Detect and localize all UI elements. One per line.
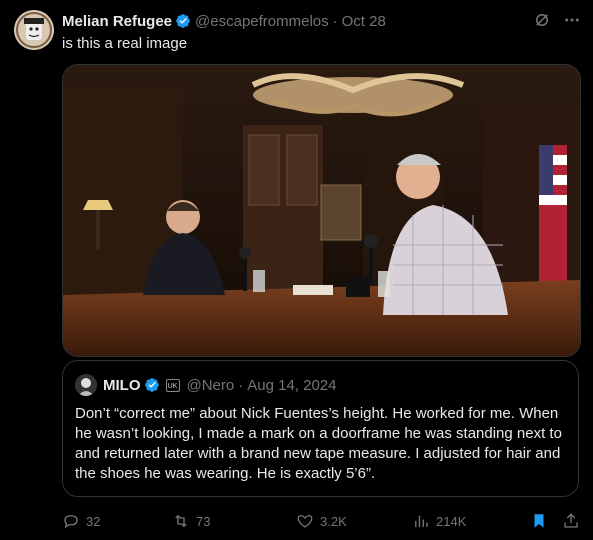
verified-badge-icon[interactable] xyxy=(144,377,160,393)
share-icon xyxy=(564,513,578,528)
quoted-post-date[interactable]: Aug 14, 2024 xyxy=(247,377,336,394)
header-actions xyxy=(533,11,581,33)
verified-badge-icon[interactable] xyxy=(175,13,191,29)
views-button[interactable]: 214K xyxy=(412,510,466,532)
post-date[interactable]: Oct 28 xyxy=(342,13,386,30)
more-icon[interactable] xyxy=(563,11,581,33)
action-bar: 32 73 3.2K 214K xyxy=(62,510,579,532)
author-avatar[interactable] xyxy=(14,10,54,50)
like-button[interactable]: 3.2K xyxy=(296,510,347,532)
quoted-post-text: Don’t “correct me” about Nick Fuentes’s … xyxy=(75,405,562,482)
bookmark-icon xyxy=(534,514,544,528)
reply-count: 32 xyxy=(86,513,101,529)
grok-icon[interactable] xyxy=(533,11,551,33)
separator: · xyxy=(238,376,244,394)
separator: · xyxy=(332,12,338,30)
repost-icon xyxy=(175,514,187,528)
like-count: 3.2K xyxy=(320,513,347,529)
post-header: Melian Refugee @escapefrommelos · Oct 28 xyxy=(62,11,581,31)
quoted-post-header: MILO UK @Nero · Aug 14, 2024 xyxy=(75,374,337,396)
quoted-author-avatar[interactable] xyxy=(75,374,97,396)
views-count: 214K xyxy=(436,513,467,529)
quoted-author-handle[interactable]: @Nero xyxy=(187,377,235,394)
reply-icon xyxy=(64,515,78,529)
author-handle[interactable]: @escapefrommelos xyxy=(195,13,329,30)
post-text: is this a real image xyxy=(62,35,188,52)
repost-button[interactable]: 73 xyxy=(172,510,210,532)
post-media-image[interactable] xyxy=(62,64,581,357)
heart-icon xyxy=(297,515,313,528)
bookmark-button[interactable] xyxy=(530,510,548,532)
reply-button[interactable]: 32 xyxy=(62,510,100,532)
quoted-post[interactable]: MILO UK @Nero · Aug 14, 2024 Don’t “corr… xyxy=(62,360,579,497)
affiliate-badge[interactable]: UK xyxy=(165,378,180,392)
views-icon xyxy=(415,515,428,527)
share-button[interactable] xyxy=(562,510,580,532)
quoted-author-name[interactable]: MILO xyxy=(103,377,141,394)
repost-count: 73 xyxy=(196,513,211,529)
author-name[interactable]: Melian Refugee xyxy=(62,13,172,30)
